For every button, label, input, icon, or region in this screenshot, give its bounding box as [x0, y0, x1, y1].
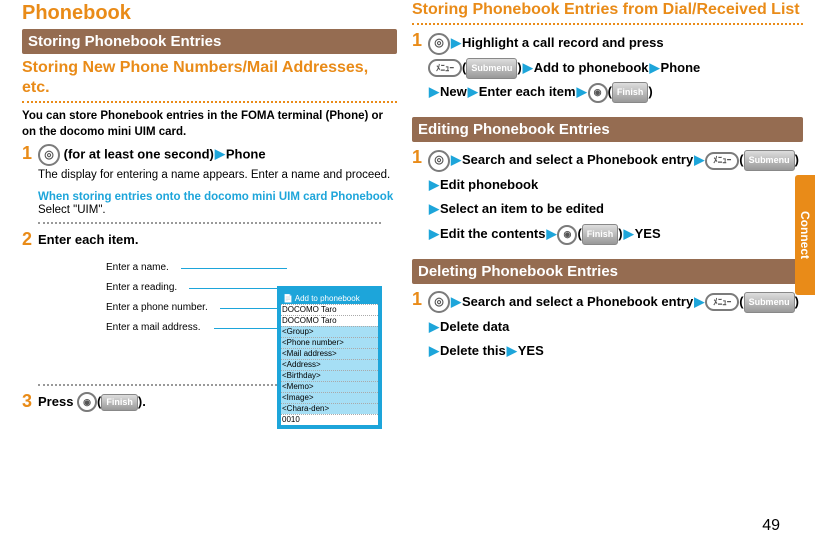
step-number-1: 1	[22, 144, 34, 166]
dpad-icon: ◎	[38, 144, 60, 166]
screenshot-row: <Mail address>	[281, 348, 378, 359]
step-2-body: Enter each item.	[38, 230, 397, 250]
arrow-icon: ▶	[429, 173, 439, 198]
arrow-icon: ▶	[429, 222, 439, 247]
dial-step-body: ◎▶Highlight a call record and press ﾒﾆｭｰ…	[428, 31, 803, 105]
screenshot-row: <Image>	[281, 392, 378, 403]
screenshot-title: 📄 Add to phonebook	[281, 294, 378, 304]
finish-button-label: Finish	[101, 394, 138, 412]
arrow-icon: ▶	[650, 56, 660, 81]
page-number: 49	[762, 517, 780, 535]
uim-heading: When storing entries onto the docomo min…	[38, 190, 397, 204]
menu-key-icon: ﾒﾆｭｰ	[428, 59, 462, 77]
screenshot-row: DOCOMO Taro	[281, 315, 378, 326]
menu-key-icon: ﾒﾆｭｰ	[705, 293, 739, 311]
delete-step-body: ◎▶Search and select a Phonebook entry▶ﾒﾆ…	[428, 290, 803, 364]
arrow-icon: ▶	[451, 31, 461, 56]
finish-button-label: Finish	[612, 82, 649, 103]
arrow-icon: ▶	[429, 315, 439, 340]
screenshot-row: <Birthday>	[281, 370, 378, 381]
step-number-1: 1	[412, 31, 424, 105]
arrow-icon: ▶	[694, 148, 704, 173]
arrow-icon: ▶	[451, 290, 461, 315]
step-number-2: 2	[22, 230, 34, 250]
dpad-icon: ◎	[428, 150, 450, 172]
edit-step-body: ◎▶Search and select a Phonebook entry▶ﾒﾆ…	[428, 148, 803, 247]
finish-button-label: Finish	[582, 224, 619, 245]
phone-screenshot: 📄 Add to phonebook DOCOMO Taro DOCOMO Ta…	[277, 286, 382, 429]
camera-icon: ◉	[77, 392, 97, 412]
step-number-1: 1	[412, 290, 424, 364]
menu-key-icon: ﾒﾆｭｰ	[705, 152, 739, 170]
intro-text: You can store Phonebook entries in the F…	[22, 109, 397, 140]
camera-icon: ◉	[588, 83, 608, 103]
uim-note: Select "UIM".	[38, 204, 397, 216]
arrow-icon: ▶	[429, 339, 439, 364]
screenshot-row: <Group>	[281, 326, 378, 337]
heading-editing: Editing Phonebook Entries	[412, 117, 803, 142]
arrow-icon: ▶	[215, 144, 225, 164]
arrow-icon: ▶	[507, 339, 517, 364]
screenshot-row: DOCOMO Taro	[281, 304, 378, 315]
step-1-note: The display for entering a name appears.…	[38, 168, 397, 184]
step-1-body: ◎ (for at least one second)▶Phone	[38, 144, 397, 166]
arrow-icon: ▶	[694, 290, 704, 315]
submenu-button-label: Submenu	[744, 292, 795, 313]
arrow-icon: ▶	[523, 56, 533, 81]
step-number-1: 1	[412, 148, 424, 247]
screenshot-row: <Address>	[281, 359, 378, 370]
heading-phonebook: Phonebook	[22, 0, 397, 29]
submenu-button-label: Submenu	[466, 58, 517, 79]
heading-dial-received: Storing Phonebook Entries from Dial/Rece…	[412, 0, 803, 20]
divider	[22, 101, 397, 103]
arrow-icon: ▶	[468, 80, 478, 105]
arrow-icon: ▶	[624, 222, 634, 247]
divider	[412, 23, 803, 25]
arrow-icon: ▶	[546, 222, 556, 247]
screenshot-row: <Memo>	[281, 381, 378, 392]
heading-storing: Storing Phonebook Entries	[22, 29, 397, 54]
heading-deleting: Deleting Phonebook Entries	[412, 259, 803, 284]
arrow-icon: ▶	[429, 197, 439, 222]
divider	[38, 222, 381, 224]
camera-icon: ◉	[557, 225, 577, 245]
screenshot-row: <Chara-den>	[281, 403, 378, 414]
step-number-3: 3	[22, 392, 34, 413]
arrow-icon: ▶	[577, 80, 587, 105]
dpad-icon: ◎	[428, 33, 450, 55]
screenshot-row: 0010	[281, 414, 378, 425]
screenshot-row: <Phone number>	[281, 337, 378, 348]
submenu-button-label: Submenu	[744, 150, 795, 171]
heading-storing-new: Storing New Phone Numbers/Mail Addresses…	[22, 58, 397, 98]
arrow-icon: ▶	[451, 148, 461, 173]
arrow-icon: ▶	[429, 80, 439, 105]
dpad-icon: ◎	[428, 291, 450, 313]
side-tab-connect: Connect	[795, 175, 815, 295]
